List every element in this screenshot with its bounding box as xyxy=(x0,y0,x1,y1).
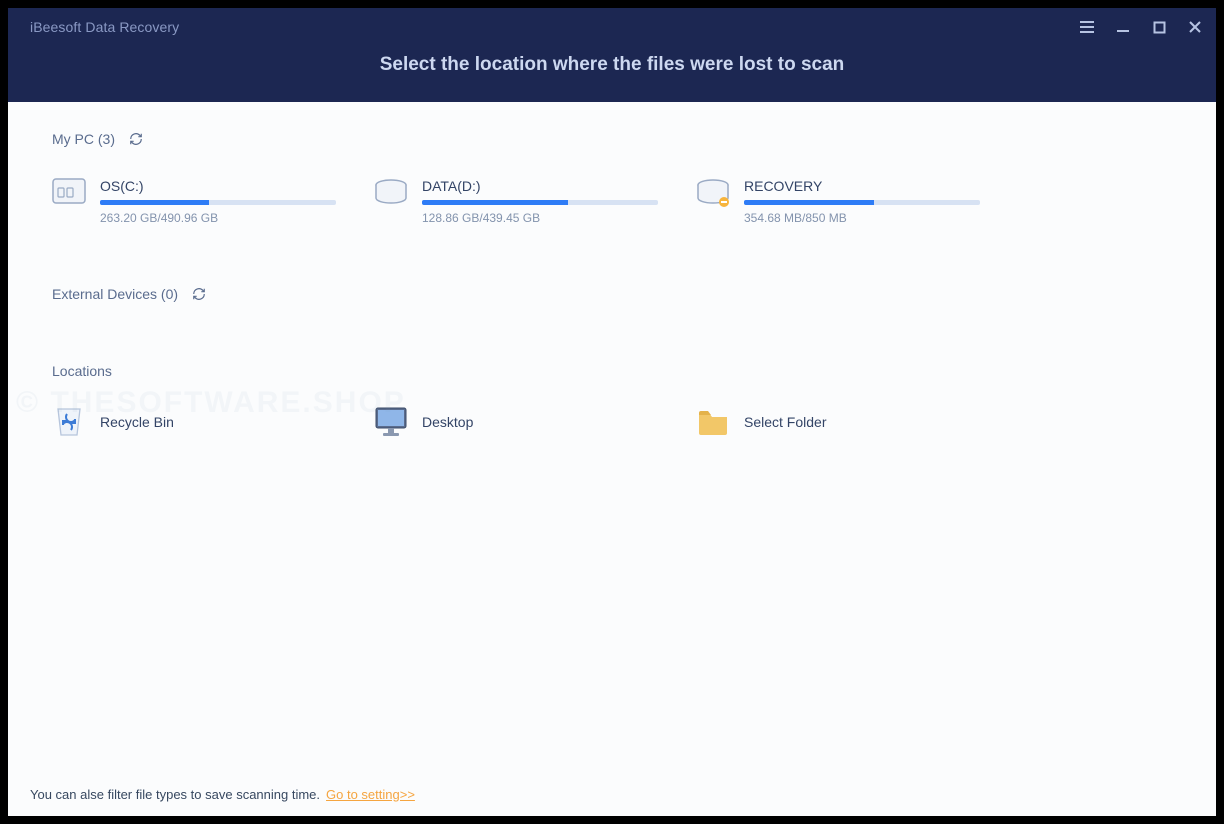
content-area: © THESOFTWARE.SHOP My PC (3) xyxy=(8,102,1216,772)
maximize-icon[interactable] xyxy=(1148,16,1170,38)
drive-size: 354.68 MB/850 MB xyxy=(744,211,980,225)
drive-usage-bar xyxy=(422,200,658,205)
section-mypc-text: My PC (3) xyxy=(52,131,115,147)
section-external-label: External Devices (0) xyxy=(52,285,1172,303)
drive-os-c[interactable]: OS(C:) 263.20 GB/490.96 GB xyxy=(52,178,336,225)
section-locations-text: Locations xyxy=(52,363,112,379)
window-controls xyxy=(1076,16,1206,38)
drive-size: 128.86 GB/439.45 GB xyxy=(422,211,658,225)
refresh-external-icon[interactable] xyxy=(190,285,208,303)
folder-icon xyxy=(696,405,730,439)
section-external-text: External Devices (0) xyxy=(52,286,178,302)
drive-usage-bar xyxy=(744,200,980,205)
location-desktop[interactable]: Desktop xyxy=(374,405,658,439)
drive-usage-fill xyxy=(100,200,209,205)
location-label: Desktop xyxy=(422,414,473,430)
footer-hint: You can alse filter file types to save s… xyxy=(30,787,320,802)
hard-drive-icon xyxy=(52,178,86,208)
titlebar: iBeesoft Data Recovery xyxy=(8,8,1216,102)
desktop-icon xyxy=(374,405,408,439)
location-recycle-bin[interactable]: Recycle Bin xyxy=(52,405,336,439)
drive-usage-fill xyxy=(744,200,874,205)
location-label: Recycle Bin xyxy=(100,414,174,430)
footer: You can alse filter file types to save s… xyxy=(8,772,1216,816)
location-select-folder[interactable]: Select Folder xyxy=(696,405,980,439)
drive-usage-bar xyxy=(100,200,336,205)
drive-size: 263.20 GB/490.96 GB xyxy=(100,211,336,225)
footer-settings-link[interactable]: Go to setting>> xyxy=(326,787,415,802)
drive-name: DATA(D:) xyxy=(422,178,658,194)
app-title: iBeesoft Data Recovery xyxy=(30,19,179,35)
close-icon[interactable] xyxy=(1184,16,1206,38)
section-mypc-label: My PC (3) xyxy=(52,130,1172,148)
hard-drive-icon xyxy=(696,178,730,208)
drive-recovery[interactable]: RECOVERY 354.68 MB/850 MB xyxy=(696,178,980,225)
drive-name: RECOVERY xyxy=(744,178,980,194)
location-label: Select Folder xyxy=(744,414,826,430)
hard-drive-icon xyxy=(374,178,408,208)
drive-usage-fill xyxy=(422,200,568,205)
minimize-icon[interactable] xyxy=(1112,16,1134,38)
drive-name: OS(C:) xyxy=(100,178,336,194)
menu-icon[interactable] xyxy=(1076,16,1098,38)
refresh-mypc-icon[interactable] xyxy=(127,130,145,148)
drive-data-d[interactable]: DATA(D:) 128.86 GB/439.45 GB xyxy=(374,178,658,225)
recycle-bin-icon xyxy=(52,405,86,439)
instruction-heading: Select the location where the files were… xyxy=(8,38,1216,102)
section-locations-label: Locations xyxy=(52,363,1172,379)
